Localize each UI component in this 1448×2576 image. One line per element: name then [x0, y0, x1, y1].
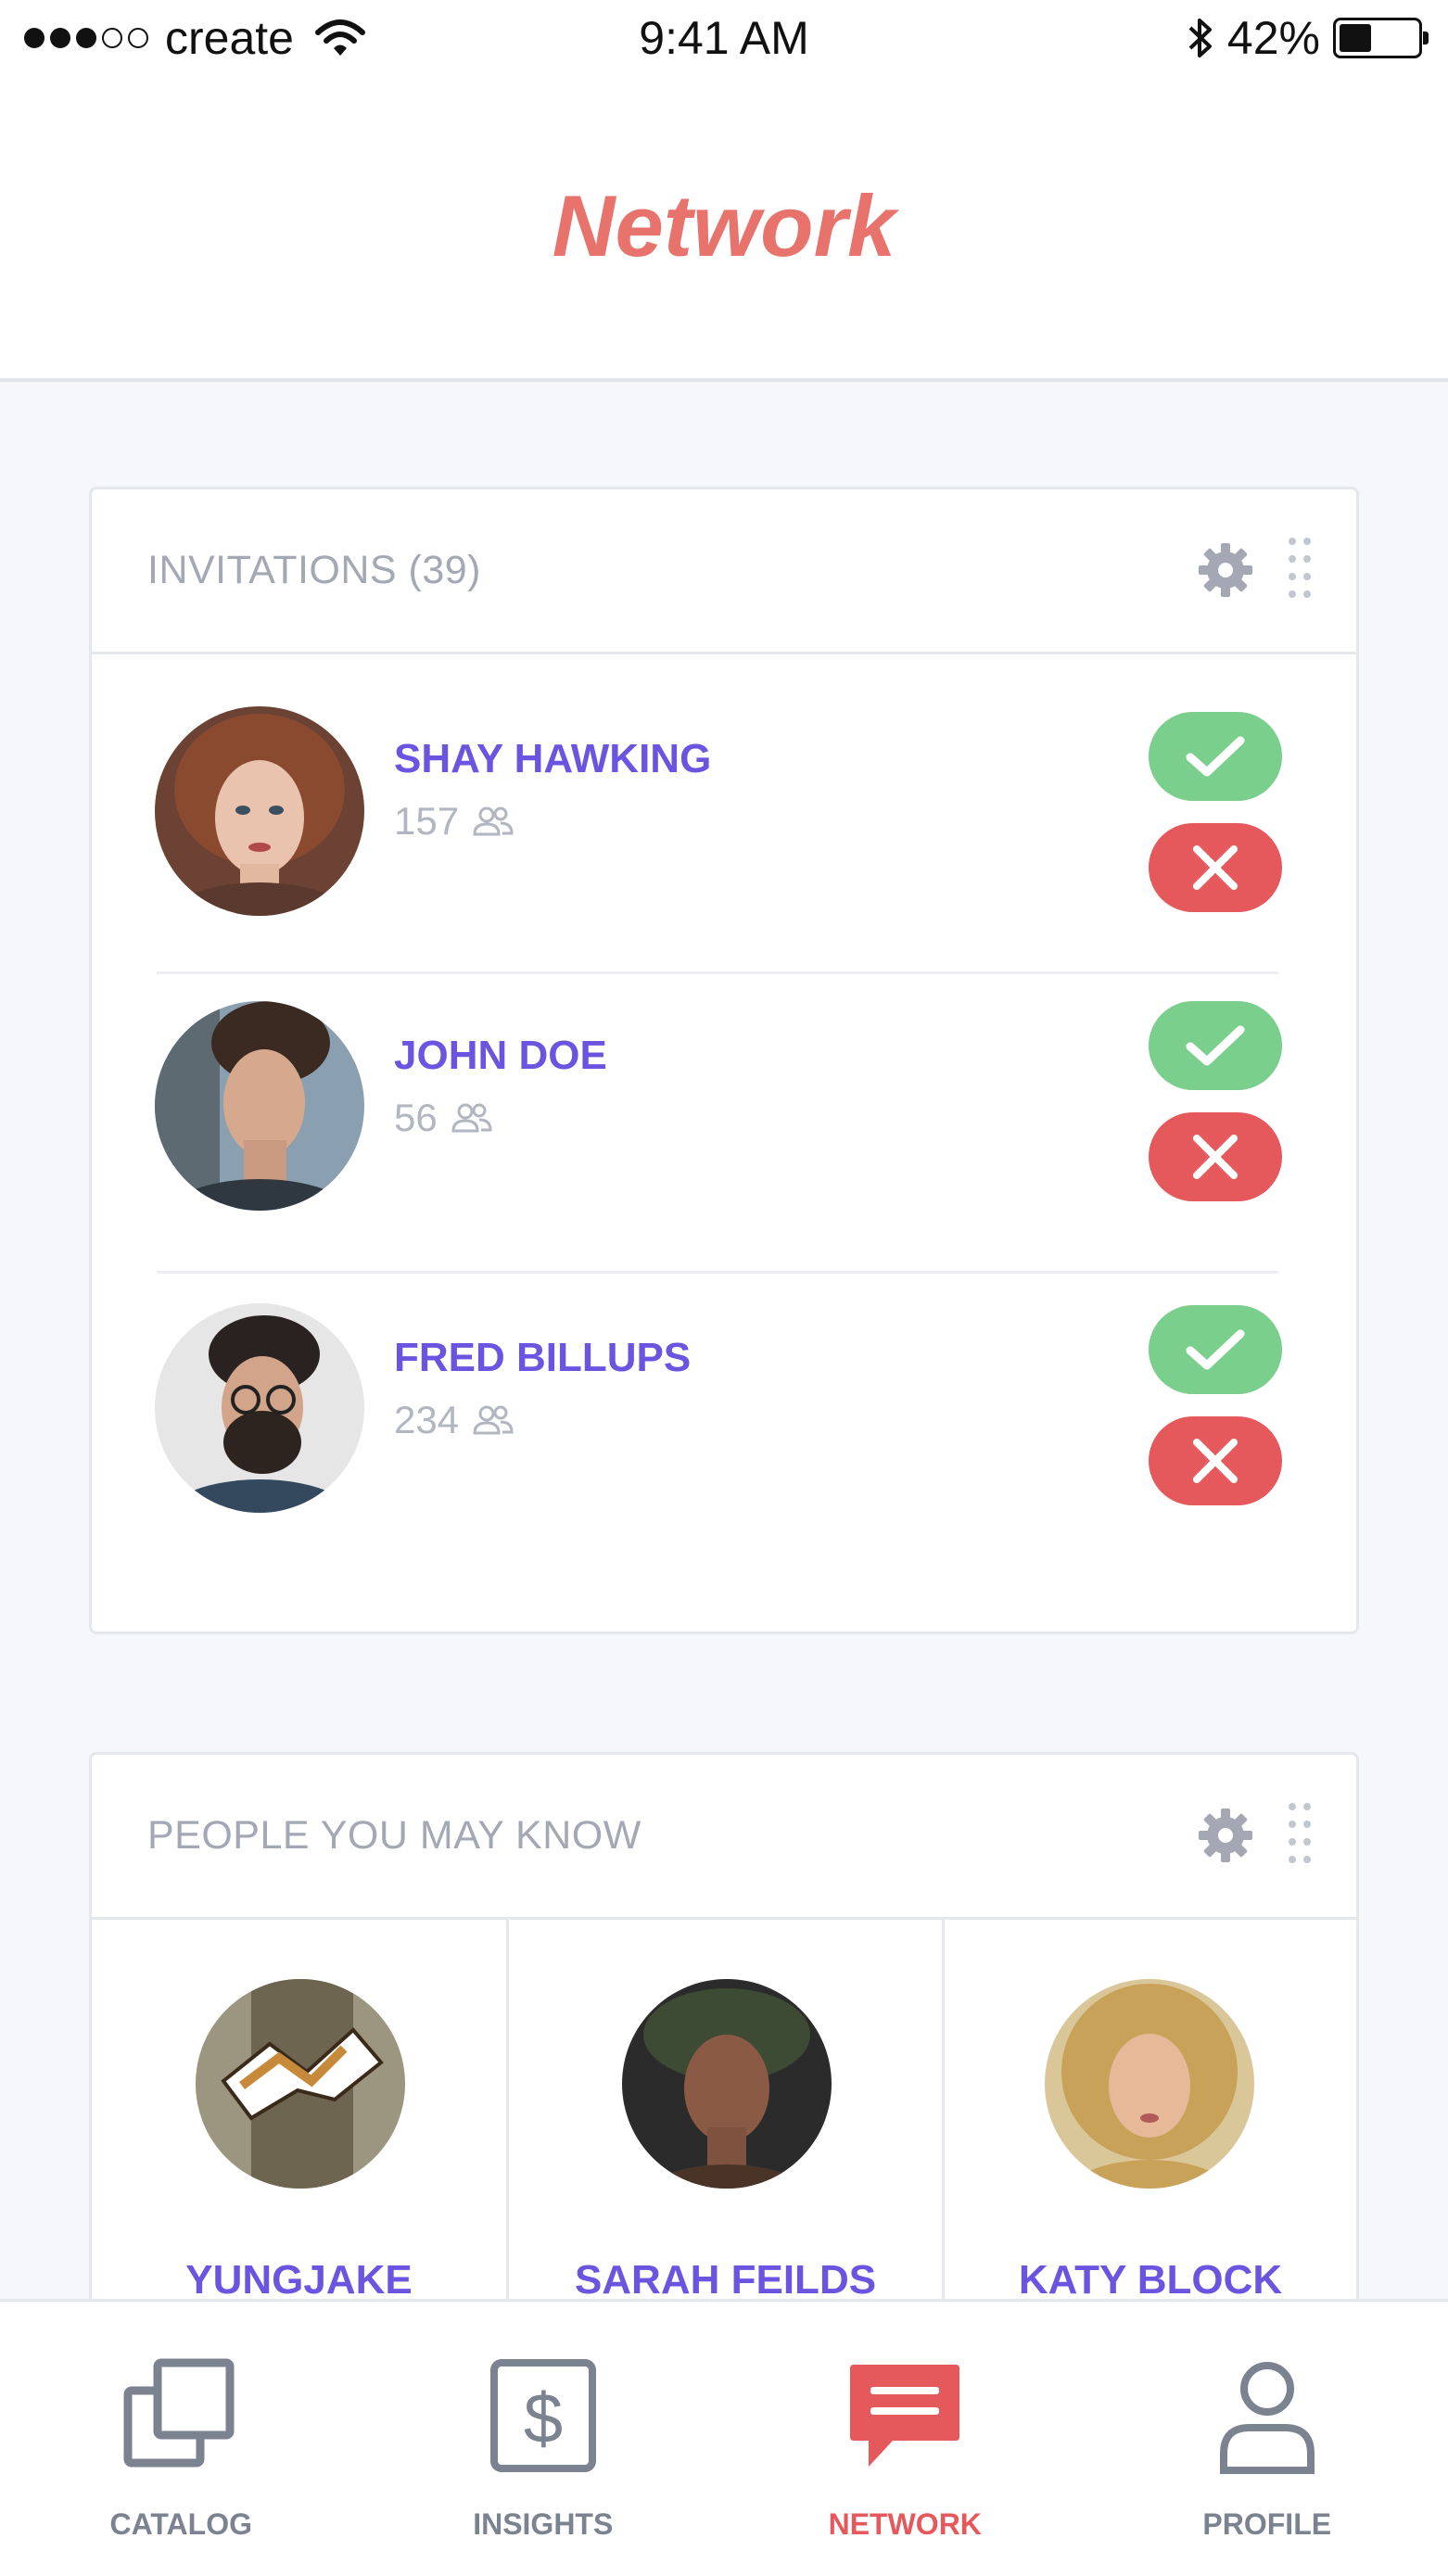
accept-button[interactable] — [1149, 712, 1282, 801]
reject-button[interactable] — [1149, 1112, 1282, 1201]
accept-button[interactable] — [1149, 1001, 1282, 1090]
gear-icon[interactable] — [1197, 541, 1254, 599]
invitation-row: FRED BILLUPS 234 — [92, 1266, 1362, 1563]
connection-count-value: 56 — [394, 1096, 438, 1139]
invitation-name[interactable]: JOHN DOE — [394, 1033, 607, 1079]
tab-insights[interactable]: $ INSIGHTS — [362, 2302, 725, 2576]
people-title: PEOPLE YOU MAY KNOW — [147, 1813, 641, 1858]
page-title: Network — [552, 177, 896, 274]
avatar[interactable] — [155, 1303, 364, 1513]
connection-count: 157 — [394, 799, 514, 844]
invitation-row: SHAY HAWKING 157 — [92, 666, 1362, 962]
chat-icon — [850, 2365, 960, 2467]
close-icon — [1193, 1135, 1238, 1179]
tab-label: CATALOG — [109, 2507, 252, 2541]
tab-label: INSIGHTS — [473, 2507, 614, 2541]
svg-text:$: $ — [524, 2379, 563, 2458]
status-right: 42% — [1187, 11, 1429, 65]
avatar-photo — [155, 1001, 364, 1211]
reject-button[interactable] — [1149, 1416, 1282, 1505]
drag-handle-icon[interactable] — [1286, 536, 1314, 601]
reject-button[interactable] — [1149, 823, 1282, 912]
check-icon — [1186, 736, 1245, 777]
avatar-photo — [622, 1979, 832, 2189]
avatar[interactable] — [155, 706, 364, 916]
tab-catalog[interactable]: CATALOG — [0, 2302, 362, 2576]
person-name[interactable]: SARAH FEILDS — [509, 2257, 942, 2303]
person-name[interactable]: KATY BLOCK — [945, 2257, 1356, 2303]
connection-count-value: 234 — [394, 1398, 460, 1441]
check-icon — [1186, 1329, 1245, 1370]
tab-network[interactable]: NETWORK — [724, 2302, 1086, 2576]
avatar-photo — [155, 1303, 364, 1513]
catalog-icon — [123, 2358, 235, 2468]
tab-label: NETWORK — [828, 2507, 982, 2541]
people-icon — [473, 806, 514, 836]
drag-handle-icon[interactable] — [1286, 1801, 1314, 1866]
avatar-photo — [196, 1979, 405, 2189]
tab-label: PROFILE — [1202, 2507, 1332, 2541]
close-icon — [1193, 1439, 1238, 1483]
person-name[interactable]: YUNGJAKE — [92, 2257, 506, 2303]
invitations-title: INVITATIONS (39) — [147, 548, 481, 592]
connection-count: 234 — [394, 1398, 514, 1442]
battery-fill — [1340, 24, 1372, 52]
check-icon — [1186, 1025, 1245, 1066]
avatar[interactable] — [1045, 1979, 1254, 2189]
avatar-photo — [155, 706, 364, 916]
person-icon — [1219, 2362, 1315, 2474]
invitations-header: INVITATIONS (39) — [92, 489, 1356, 654]
status-bar: create 9:41 AM 42% — [0, 0, 1448, 83]
connection-count: 56 — [394, 1096, 493, 1140]
bluetooth-icon — [1188, 19, 1212, 57]
people-icon — [451, 1103, 492, 1133]
tab-bar: CATALOG $ INSIGHTS NETWORK PROFILE — [0, 2299, 1448, 2576]
tab-profile[interactable]: PROFILE — [1086, 2302, 1448, 2576]
people-icon — [473, 1405, 514, 1435]
avatar[interactable] — [622, 1979, 832, 2189]
invitation-name[interactable]: SHAY HAWKING — [394, 736, 711, 782]
gear-icon[interactable] — [1197, 1807, 1254, 1864]
people-header: PEOPLE YOU MAY KNOW — [92, 1755, 1356, 1920]
accept-button[interactable] — [1149, 1305, 1282, 1394]
connection-count-value: 157 — [394, 799, 460, 843]
invitations-card: INVITATIONS (39) SHAY HAWKING 157 JOHN D… — [89, 487, 1359, 1634]
avatar-photo — [1045, 1979, 1254, 2189]
battery-percent: 42% — [1226, 12, 1320, 64]
avatar[interactable] — [196, 1979, 405, 2189]
dollar-icon: $ — [489, 2359, 596, 2472]
close-icon — [1193, 845, 1238, 890]
page-header: Network — [0, 83, 1448, 382]
invitation-name[interactable]: FRED BILLUPS — [394, 1335, 691, 1381]
avatar[interactable] — [155, 1001, 364, 1211]
battery-icon — [1333, 18, 1429, 58]
invitation-row: JOHN DOE 56 — [92, 962, 1362, 1259]
